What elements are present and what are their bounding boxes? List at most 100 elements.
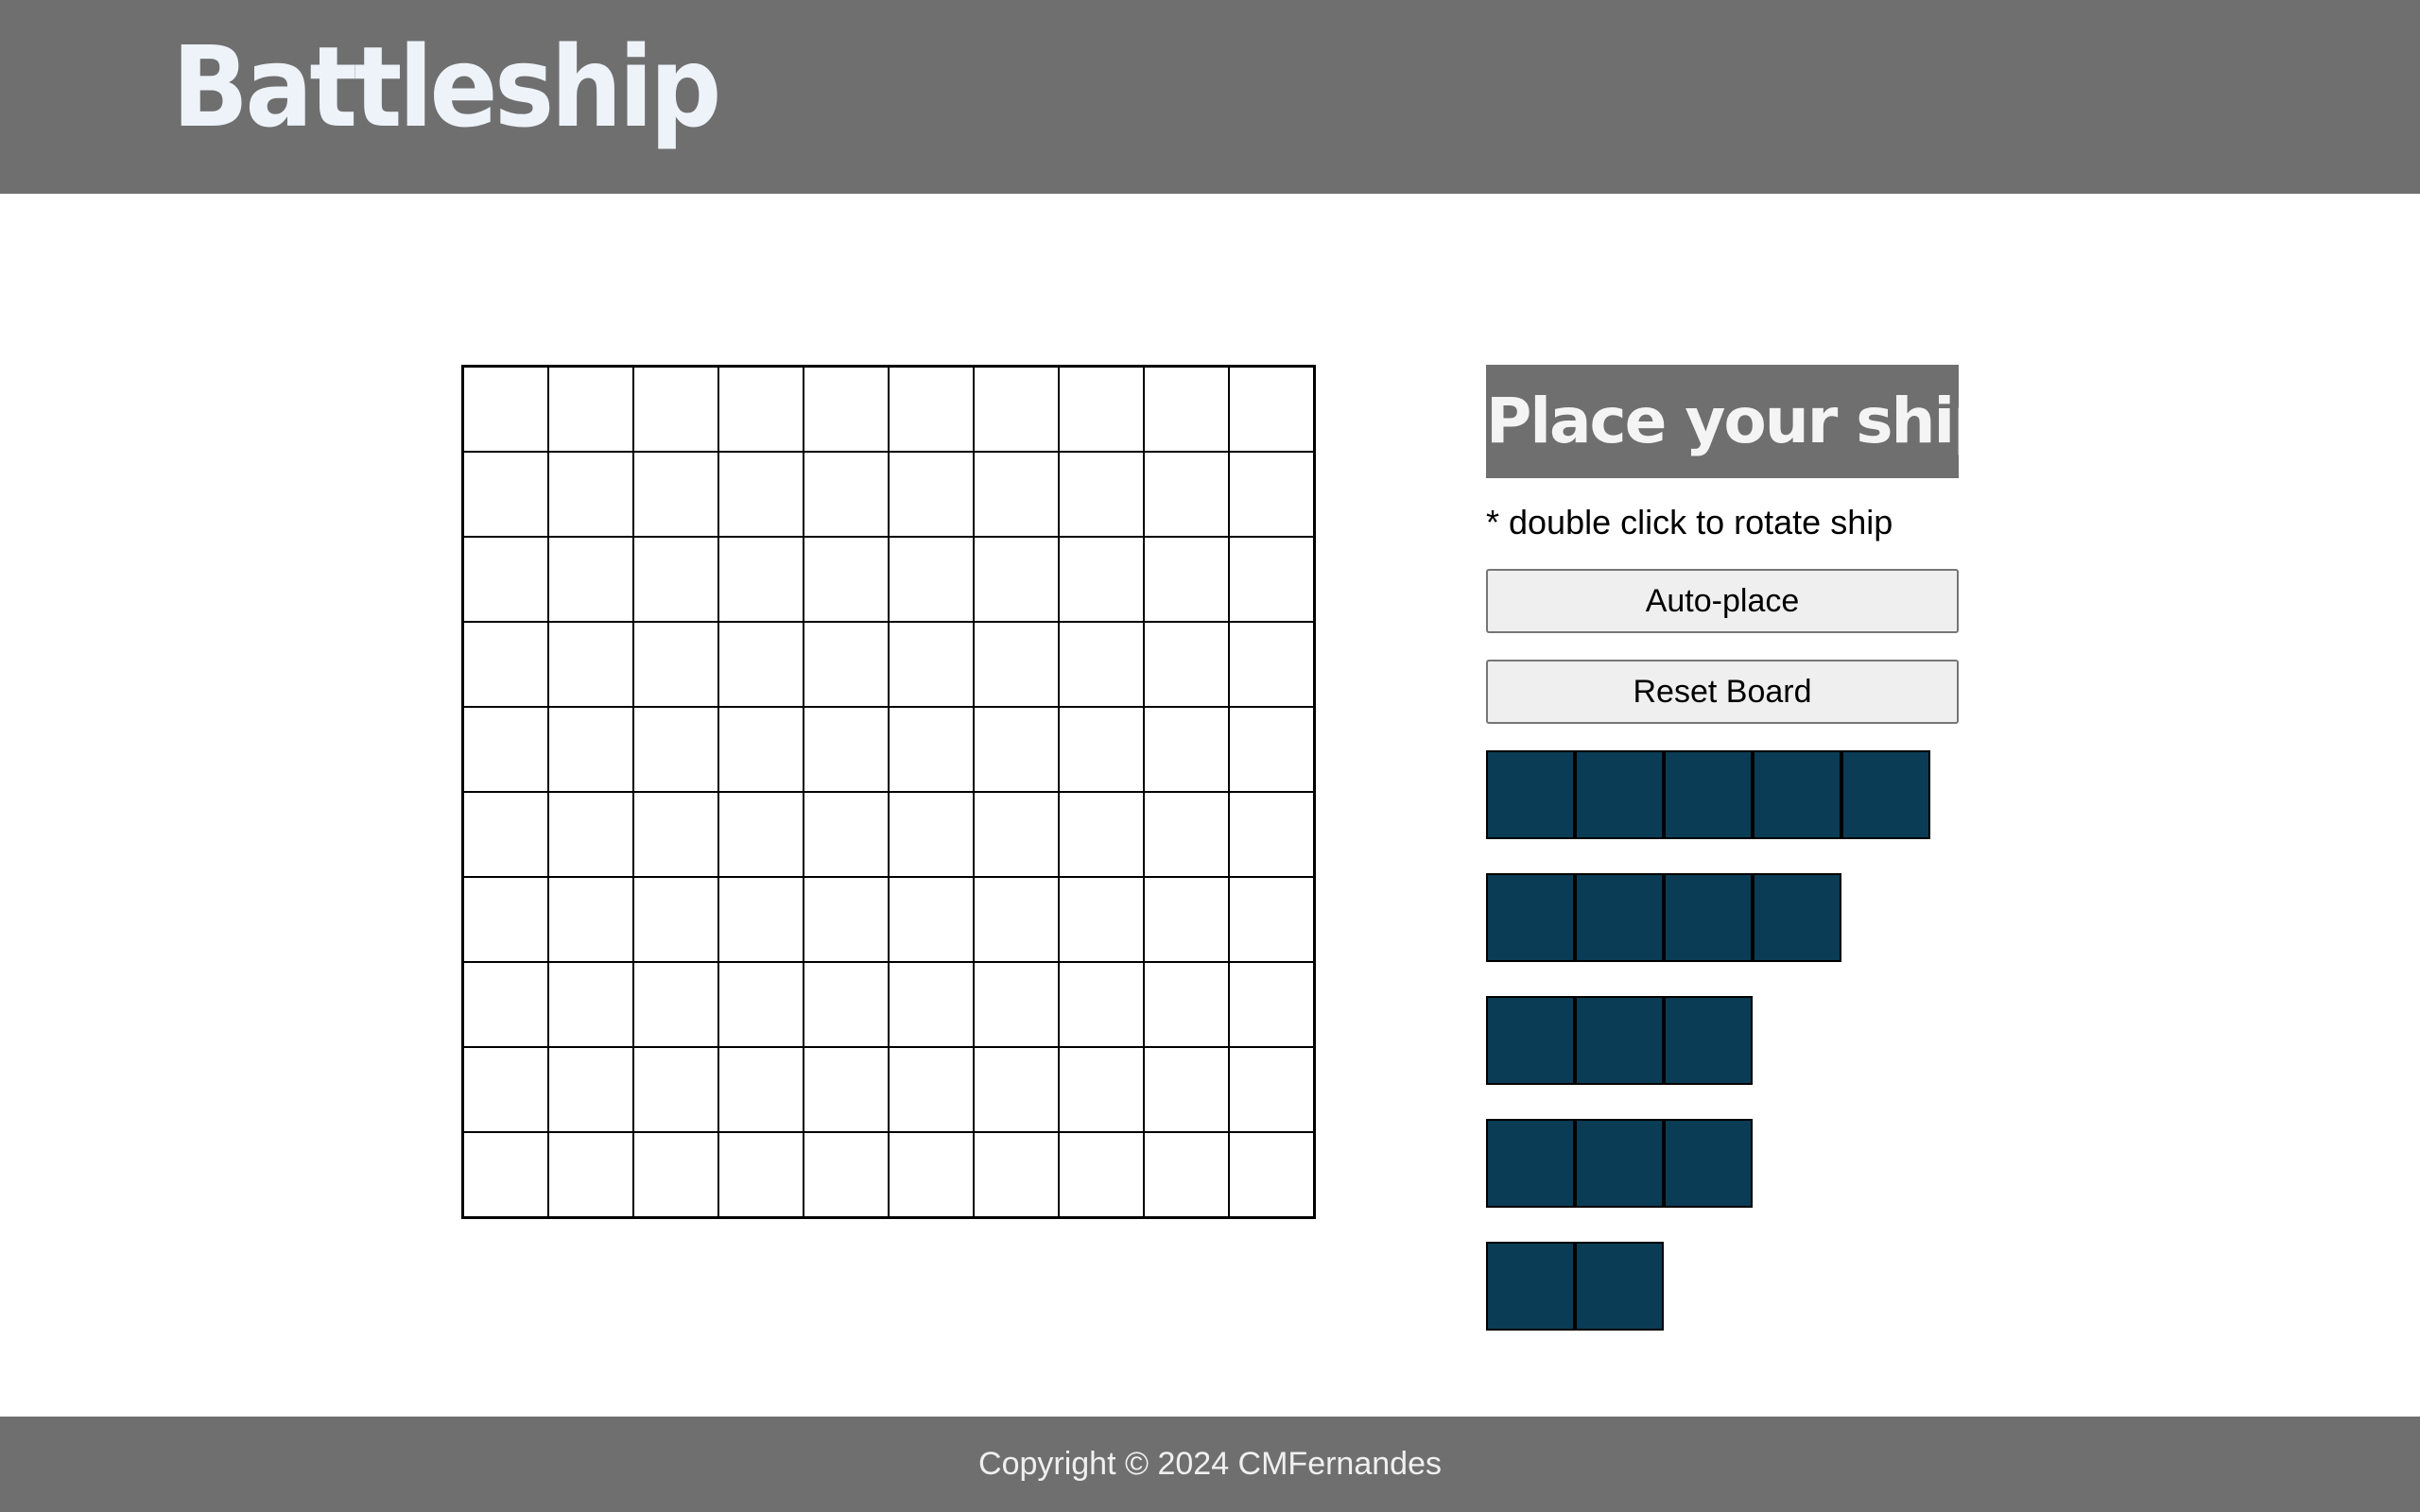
board-cell[interactable] <box>1228 1046 1315 1133</box>
board-cell[interactable] <box>462 366 549 453</box>
board-cell[interactable] <box>973 451 1060 538</box>
board-cell[interactable] <box>1058 536 1145 623</box>
board-cell[interactable] <box>803 1131 890 1218</box>
board-cell[interactable] <box>973 876 1060 963</box>
board-cell[interactable] <box>803 536 890 623</box>
board-cell[interactable] <box>1228 961 1315 1048</box>
board-cell[interactable] <box>803 876 890 963</box>
board-cell[interactable] <box>888 366 975 453</box>
board-cell[interactable] <box>1143 961 1230 1048</box>
board-cell[interactable] <box>462 961 549 1048</box>
board-cell[interactable] <box>717 451 804 538</box>
board-cell[interactable] <box>1228 366 1315 453</box>
board-cell[interactable] <box>973 791 1060 878</box>
board-cell[interactable] <box>1143 536 1230 623</box>
board-cell[interactable] <box>803 366 890 453</box>
board-cell[interactable] <box>803 791 890 878</box>
board-cell[interactable] <box>632 621 719 708</box>
board-cell[interactable] <box>717 706 804 793</box>
board-cell[interactable] <box>462 621 549 708</box>
board-cell[interactable] <box>632 1131 719 1218</box>
board-cell[interactable] <box>632 706 719 793</box>
ship-length-5[interactable] <box>1486 750 1959 839</box>
board-cell[interactable] <box>888 961 975 1048</box>
board-cell[interactable] <box>632 961 719 1048</box>
board-cell[interactable] <box>717 536 804 623</box>
board-cell[interactable] <box>717 1046 804 1133</box>
board-cell[interactable] <box>462 1046 549 1133</box>
board-cell[interactable] <box>888 451 975 538</box>
board-cell[interactable] <box>1058 706 1145 793</box>
board-cell[interactable] <box>803 451 890 538</box>
board-cell[interactable] <box>973 961 1060 1048</box>
board-cell[interactable] <box>1228 536 1315 623</box>
board-cell[interactable] <box>1228 621 1315 708</box>
board-cell[interactable] <box>1058 451 1145 538</box>
board-cell[interactable] <box>973 621 1060 708</box>
board-cell[interactable] <box>803 706 890 793</box>
ship-length-3[interactable] <box>1486 1119 1959 1208</box>
board-cell[interactable] <box>1143 876 1230 963</box>
board-cell[interactable] <box>717 1131 804 1218</box>
board-cell[interactable] <box>462 451 549 538</box>
board-cell[interactable] <box>1143 621 1230 708</box>
board-cell[interactable] <box>547 706 634 793</box>
board-cell[interactable] <box>462 876 549 963</box>
board-cell[interactable] <box>1228 791 1315 878</box>
board-cell[interactable] <box>632 366 719 453</box>
auto-place-button[interactable]: Auto-place <box>1486 569 1959 633</box>
ship-length-3[interactable] <box>1486 996 1959 1085</box>
board-cell[interactable] <box>717 961 804 1048</box>
board-cell[interactable] <box>888 536 975 623</box>
board-cell[interactable] <box>888 621 975 708</box>
board-cell[interactable] <box>547 451 634 538</box>
board-cell[interactable] <box>973 366 1060 453</box>
reset-board-button[interactable]: Reset Board <box>1486 660 1959 724</box>
board-cell[interactable] <box>1143 706 1230 793</box>
board-cell[interactable] <box>1058 1046 1145 1133</box>
board-cell[interactable] <box>888 1131 975 1218</box>
board-cell[interactable] <box>1228 1131 1315 1218</box>
board-cell[interactable] <box>803 1046 890 1133</box>
board-cell[interactable] <box>888 876 975 963</box>
board-cell[interactable] <box>547 366 634 453</box>
board-cell[interactable] <box>888 1046 975 1133</box>
board-cell[interactable] <box>1143 366 1230 453</box>
board-cell[interactable] <box>1058 961 1145 1048</box>
board-cell[interactable] <box>1058 366 1145 453</box>
board-cell[interactable] <box>547 791 634 878</box>
board-cell[interactable] <box>462 791 549 878</box>
board-cell[interactable] <box>547 876 634 963</box>
board-cell[interactable] <box>1228 876 1315 963</box>
board-cell[interactable] <box>973 1131 1060 1218</box>
board-cell[interactable] <box>462 1131 549 1218</box>
board-cell[interactable] <box>462 706 549 793</box>
board-cell[interactable] <box>632 876 719 963</box>
board-cell[interactable] <box>1228 706 1315 793</box>
board-cell[interactable] <box>1058 791 1145 878</box>
board-cell[interactable] <box>888 706 975 793</box>
board-cell[interactable] <box>632 536 719 623</box>
board-cell[interactable] <box>1058 1131 1145 1218</box>
board-cell[interactable] <box>632 791 719 878</box>
board-cell[interactable] <box>632 1046 719 1133</box>
ship-length-4[interactable] <box>1486 873 1959 962</box>
board-cell[interactable] <box>973 1046 1060 1133</box>
board-cell[interactable] <box>547 961 634 1048</box>
board-cell[interactable] <box>803 961 890 1048</box>
board-cell[interactable] <box>632 451 719 538</box>
board-cell[interactable] <box>1058 876 1145 963</box>
board-cell[interactable] <box>547 1131 634 1218</box>
board-cell[interactable] <box>1228 451 1315 538</box>
board-cell[interactable] <box>1058 621 1145 708</box>
board-cell[interactable] <box>1143 1046 1230 1133</box>
board-cell[interactable] <box>973 536 1060 623</box>
board-cell[interactable] <box>462 536 549 623</box>
board-cell[interactable] <box>547 621 634 708</box>
board-cell[interactable] <box>1143 451 1230 538</box>
ship-length-2[interactable] <box>1486 1242 1959 1331</box>
player-board[interactable] <box>461 365 1316 1219</box>
board-cell[interactable] <box>1143 791 1230 878</box>
board-cell[interactable] <box>1143 1131 1230 1218</box>
board-cell[interactable] <box>973 706 1060 793</box>
